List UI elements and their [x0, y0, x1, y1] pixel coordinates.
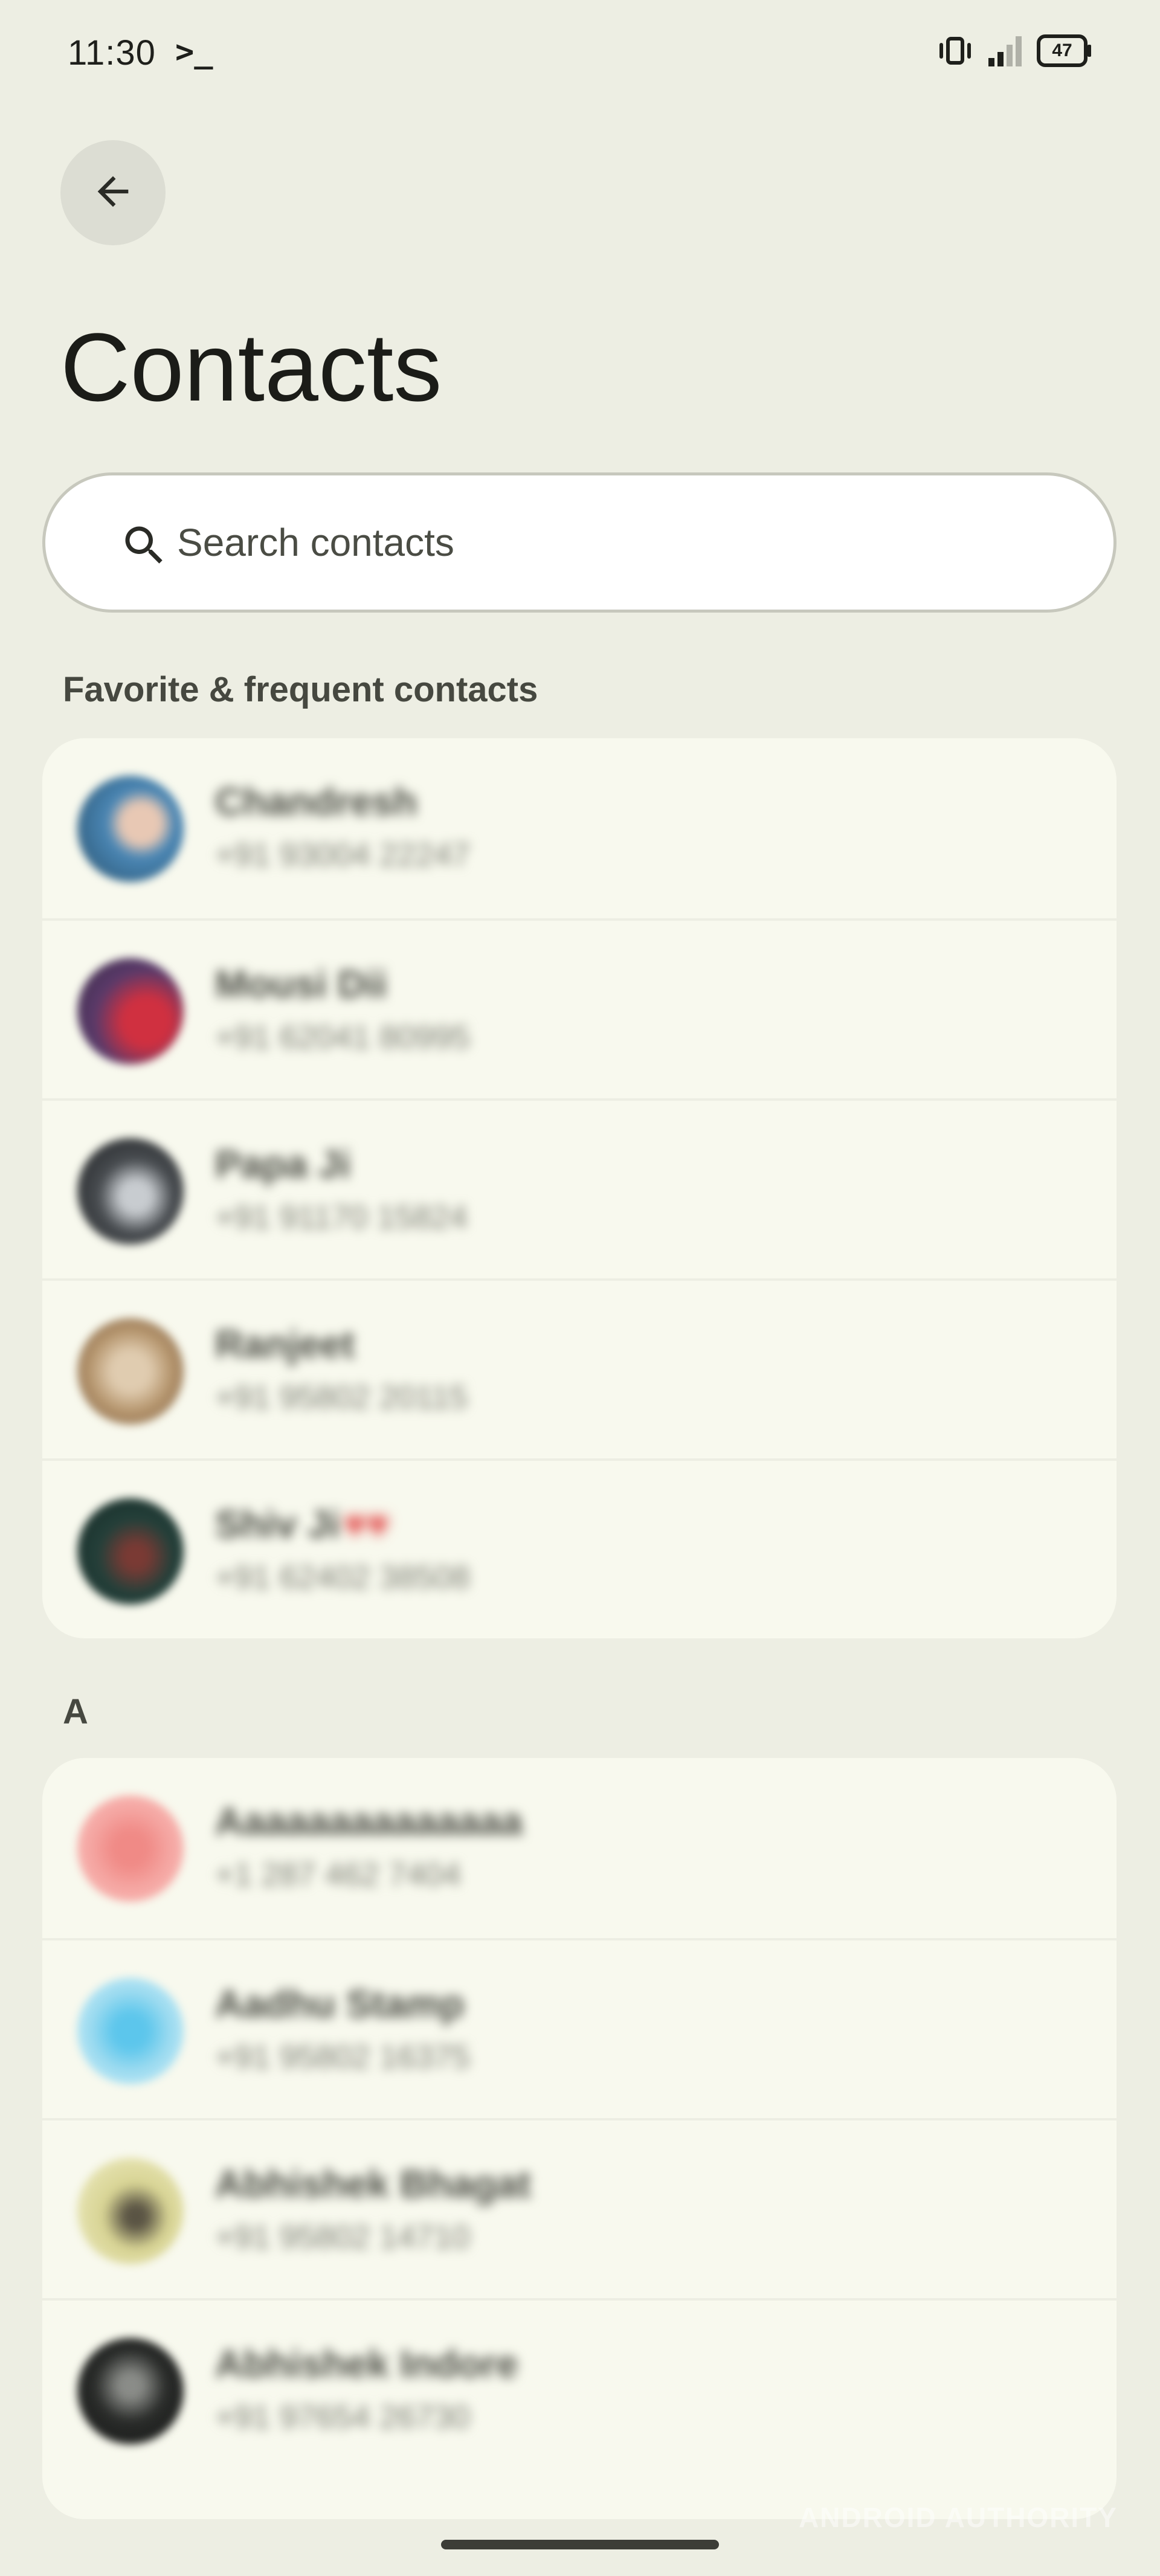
contact-name: Abhishek Bhagat [215, 2162, 531, 2206]
contact-row[interactable]: Shiv Ji♥♥ +91 62402 38508 [42, 1458, 1116, 1638]
battery-icon: 47 [1037, 34, 1092, 67]
contact-row[interactable]: Aaaaaaaaaaaaaa +1 287 462 7404 [42, 1758, 1116, 1938]
search-bar[interactable] [42, 472, 1116, 613]
contact-name: Shiv Ji♥♥ [215, 1502, 390, 1546]
contact-name: Abhishek Indore [215, 2342, 518, 2386]
contact-phone: +91 93004 22247 [215, 837, 470, 873]
contact-phone: +91 91170 15824 [215, 1199, 468, 1235]
avatar [77, 1318, 184, 1425]
watermark-logo: ANDROID AUTHORITY [798, 2502, 1118, 2533]
contact-phone: +91 62041 80995 [215, 1019, 470, 1055]
a-contacts-card: Aaaaaaaaaaaaaa +1 287 462 7404 Aadhu Sta… [42, 1758, 1116, 2519]
contact-phone: +1 287 462 7404 [215, 1856, 461, 1893]
contact-row[interactable]: Ranjeet +91 95802 20115 [42, 1278, 1116, 1458]
terminal-icon: >_ [175, 34, 213, 70]
contact-row[interactable]: Papa Ji +91 91170 15824 [42, 1098, 1116, 1278]
signal-icon [987, 34, 1023, 68]
status-icons: 47 [936, 34, 1092, 68]
section-header-a: A [63, 1692, 88, 1731]
contact-row[interactable]: Abhishek Indore +91 97654 26730 [42, 2298, 1116, 2478]
avatar [77, 776, 184, 882]
battery-level: 47 [1052, 40, 1072, 60]
gesture-bar[interactable] [441, 2540, 719, 2549]
contact-phone: +91 97654 26730 [215, 2399, 470, 2435]
contact-phone: +91 62402 38508 [215, 1559, 470, 1596]
status-bar: 11:30 >_ 47 [0, 0, 1160, 109]
avatar [77, 1795, 184, 1902]
contact-name: Papa Ji [215, 1142, 351, 1186]
section-header-favorites: Favorite & frequent contacts [63, 670, 538, 709]
search-icon [119, 520, 170, 574]
contact-name: Ranjeet [215, 1322, 355, 1366]
contact-name: Aadhu Stamp [215, 1982, 465, 2026]
favorites-card: Chandresh +91 93004 22247 Mousi Dii +91 … [42, 738, 1116, 1638]
contact-phone: +91 95802 16375 [215, 2039, 470, 2075]
search-input[interactable] [176, 500, 1024, 585]
status-time: 11:30 [68, 33, 156, 72]
avatar [77, 1138, 184, 1245]
avatar [77, 958, 184, 1064]
contact-name: Chandresh [215, 780, 417, 823]
contact-row[interactable]: Abhishek Bhagat +91 95802 14710 [42, 2118, 1116, 2298]
vibrate-icon [936, 35, 974, 66]
avatar [77, 2158, 184, 2264]
contact-row[interactable]: Aadhu Stamp +91 95802 16375 [42, 1938, 1116, 2118]
contact-name: Aaaaaaaaaaaaaa [215, 1800, 523, 1843]
contact-phone: +91 95802 14710 [215, 2219, 470, 2255]
contact-row[interactable]: Chandresh +91 93004 22247 [42, 738, 1116, 918]
avatar [77, 1978, 184, 2084]
avatar [77, 1498, 184, 1605]
contact-row[interactable]: Mousi Dii +91 62041 80995 [42, 918, 1116, 1098]
heart-icon: ♥♥ [343, 1502, 390, 1546]
page-title: Contacts [60, 313, 442, 421]
arrow-back-icon [90, 169, 136, 217]
back-button[interactable] [60, 140, 166, 245]
contact-phone: +91 95802 20115 [215, 1379, 468, 1415]
avatar [77, 2338, 184, 2444]
contact-name: Mousi Dii [215, 962, 387, 1006]
